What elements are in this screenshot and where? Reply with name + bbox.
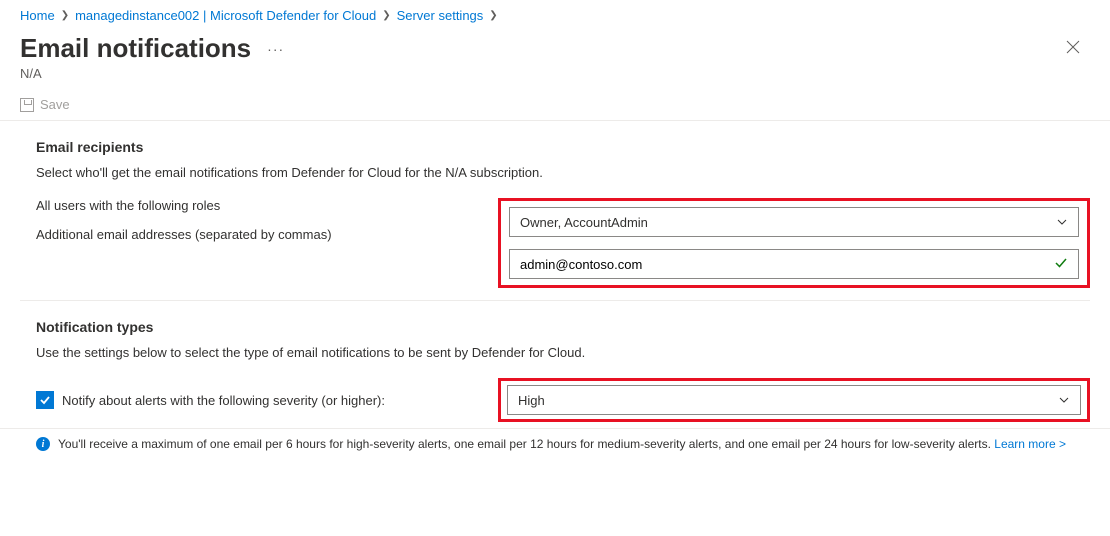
close-icon <box>1066 40 1080 54</box>
roles-dropdown-value: Owner, AccountAdmin <box>520 215 648 230</box>
breadcrumb-instance[interactable]: managedinstance002 | Microsoft Defender … <box>75 8 376 23</box>
severity-dropdown[interactable]: High <box>507 385 1081 415</box>
highlight-severity: High <box>498 378 1090 422</box>
emails-input-wrapper[interactable] <box>509 249 1079 279</box>
page-title: Email notifications <box>20 33 251 64</box>
section-title-notifications: Notification types <box>36 319 1090 335</box>
notification-types-section: Notification types Use the settings belo… <box>0 301 1110 422</box>
emails-input[interactable] <box>520 257 1054 272</box>
learn-more-link[interactable]: Learn more > <box>994 437 1066 451</box>
info-banner: i You'll receive a maximum of one email … <box>0 428 1110 461</box>
chevron-down-icon <box>1056 216 1068 228</box>
roles-dropdown[interactable]: Owner, AccountAdmin <box>509 207 1079 237</box>
chevron-down-icon <box>1058 394 1070 406</box>
save-icon <box>20 98 34 112</box>
chevron-right-icon: ❯ <box>382 10 390 21</box>
section-desc-notifications: Use the settings below to select the typ… <box>36 345 1090 360</box>
breadcrumb-home[interactable]: Home <box>20 8 55 23</box>
roles-label: All users with the following roles <box>36 198 506 213</box>
toolbar: Save <box>0 91 1110 121</box>
page-subtitle: N/A <box>0 64 1110 91</box>
section-desc-recipients: Select who'll get the email notification… <box>36 165 1090 180</box>
info-text: You'll receive a maximum of one email pe… <box>58 437 991 451</box>
breadcrumb: Home ❯ managedinstance002 | Microsoft De… <box>0 0 1110 29</box>
close-button[interactable] <box>1056 33 1090 63</box>
more-options-button[interactable]: ··· <box>263 37 288 61</box>
save-button[interactable]: Save <box>20 97 70 112</box>
breadcrumb-server-settings[interactable]: Server settings <box>397 8 484 23</box>
severity-checkbox[interactable] <box>36 391 54 409</box>
highlight-recipients: Owner, AccountAdmin <box>498 198 1090 288</box>
checkmark-icon <box>39 394 51 406</box>
info-icon: i <box>36 437 50 451</box>
section-title-recipients: Email recipients <box>36 139 1090 155</box>
chevron-right-icon: ❯ <box>489 10 497 21</box>
severity-label: Notify about alerts with the following s… <box>62 393 385 408</box>
emails-label: Additional email addresses (separated by… <box>36 227 506 242</box>
severity-dropdown-value: High <box>518 393 545 408</box>
chevron-right-icon: ❯ <box>61 10 69 21</box>
email-recipients-section: Email recipients Select who'll get the e… <box>0 121 1110 288</box>
checkmark-icon <box>1054 256 1068 273</box>
save-label: Save <box>40 97 70 112</box>
